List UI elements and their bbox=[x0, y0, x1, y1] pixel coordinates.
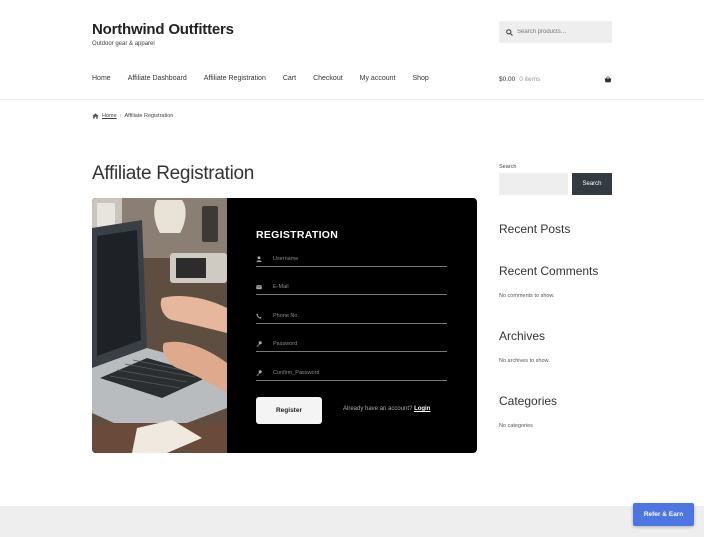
cart-item-count: 0 items bbox=[519, 76, 541, 83]
key-icon bbox=[256, 369, 262, 376]
sidebar-search-button[interactable]: Search bbox=[572, 173, 612, 195]
breadcrumb-separator: › bbox=[119, 113, 122, 119]
phone-field[interactable] bbox=[256, 308, 447, 324]
nav-item-checkout[interactable]: Checkout bbox=[313, 75, 343, 82]
archives-heading: Archives bbox=[499, 329, 546, 343]
login-link[interactable]: Login bbox=[414, 406, 430, 412]
nav-item-cart[interactable]: Cart bbox=[283, 75, 296, 82]
no-comments-text: No comments to show. bbox=[499, 293, 555, 299]
nav-item-affiliate-registration[interactable]: Affiliate Registration bbox=[204, 75, 266, 82]
header-divider bbox=[0, 99, 704, 100]
breadcrumb-current: Affiliate Registration bbox=[124, 113, 174, 119]
confirm-password-field[interactable] bbox=[256, 365, 447, 381]
user-icon bbox=[256, 255, 262, 262]
password-input[interactable] bbox=[273, 340, 433, 347]
nav-item-shop[interactable]: Shop bbox=[412, 75, 428, 82]
sidebar-search-input[interactable] bbox=[499, 173, 568, 195]
email-input[interactable] bbox=[273, 283, 433, 290]
header-search[interactable] bbox=[499, 21, 612, 43]
login-prompt: Already have an account? Login bbox=[343, 406, 430, 412]
page-title: Affiliate Registration bbox=[92, 163, 255, 184]
breadcrumb-home-link[interactable]: Home bbox=[102, 113, 117, 119]
registration-title: REGISTRATION bbox=[256, 229, 339, 241]
key-icon bbox=[256, 340, 262, 347]
recent-posts-heading: Recent Posts bbox=[499, 222, 571, 236]
site-tagline: Outdoor gear & apparel bbox=[92, 41, 155, 47]
sidebar-search-label: Search bbox=[499, 164, 517, 170]
refer-and-earn-button[interactable]: Refer & Earn bbox=[633, 503, 694, 526]
phone-icon bbox=[256, 312, 262, 319]
shopping-basket-icon bbox=[604, 76, 612, 83]
registration-card: REGISTRATION Register bbox=[92, 198, 477, 453]
no-archives-text: No archives to show. bbox=[499, 358, 550, 364]
laptop-typing-photo bbox=[92, 198, 227, 453]
nav-item-affiliate-dashboard[interactable]: Affiliate Dashboard bbox=[128, 75, 187, 82]
home-icon bbox=[92, 113, 99, 119]
header-cart[interactable]: $0.00 0 items bbox=[499, 76, 612, 83]
categories-heading: Categories bbox=[499, 394, 558, 408]
primary-nav: Home Affiliate Dashboard Affiliate Regis… bbox=[92, 75, 446, 82]
site-title[interactable]: Northwind Outfitters bbox=[92, 21, 234, 38]
cart-amount: $0.00 bbox=[499, 76, 516, 83]
header-search-input[interactable] bbox=[517, 29, 607, 35]
register-button[interactable]: Register bbox=[256, 397, 322, 424]
no-categories-text: No categories bbox=[499, 423, 533, 429]
login-prompt-text: Already have an account? bbox=[343, 406, 413, 412]
nav-item-my-account[interactable]: My account bbox=[360, 75, 396, 82]
username-field[interactable] bbox=[256, 251, 447, 267]
username-input[interactable] bbox=[273, 255, 433, 262]
confirm-password-input[interactable] bbox=[273, 369, 433, 376]
password-field[interactable] bbox=[256, 336, 447, 352]
footer bbox=[0, 506, 704, 537]
phone-input[interactable] bbox=[273, 312, 433, 319]
search-icon bbox=[506, 28, 513, 36]
email-field[interactable] bbox=[256, 279, 447, 295]
envelope-icon bbox=[256, 284, 262, 289]
nav-item-home[interactable]: Home bbox=[92, 75, 111, 82]
breadcrumb: Home › Affiliate Registration bbox=[92, 113, 173, 119]
recent-comments-heading: Recent Comments bbox=[499, 264, 599, 278]
